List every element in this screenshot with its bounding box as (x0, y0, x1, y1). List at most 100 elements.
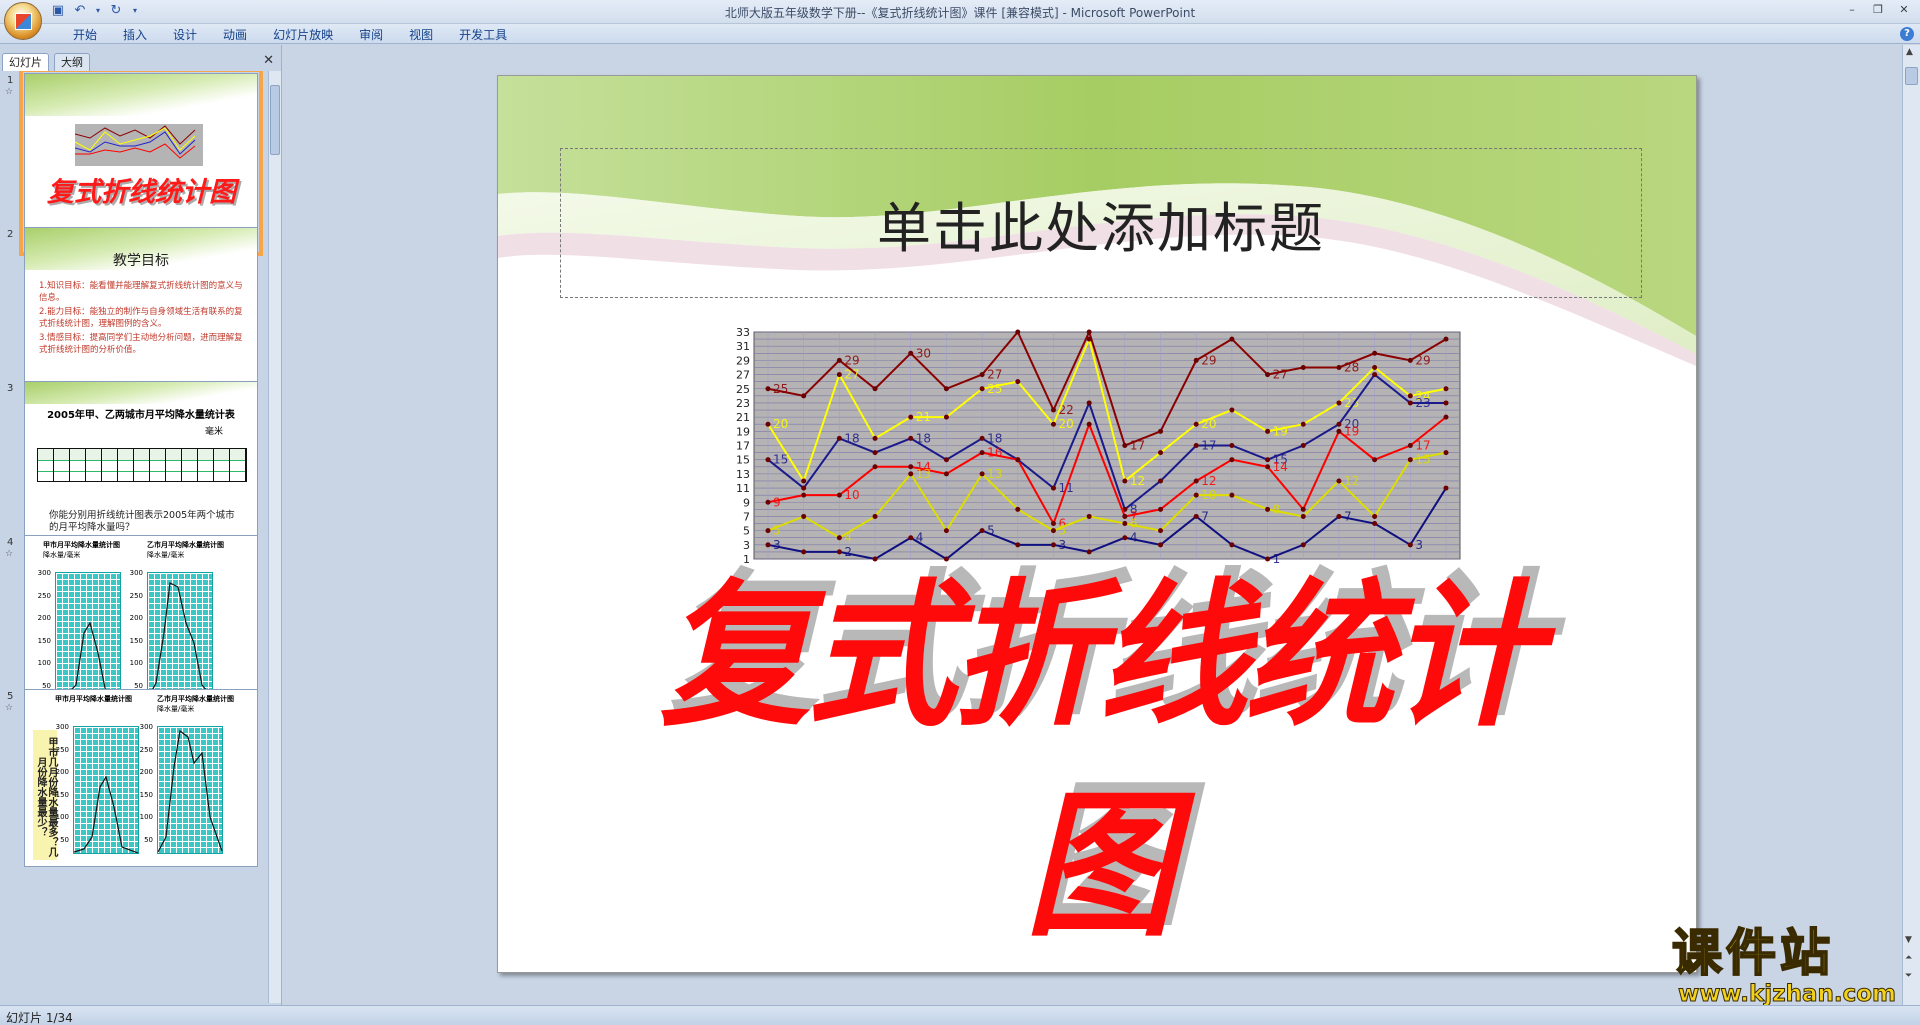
chart-point (1158, 428, 1164, 434)
tab-slideshow[interactable]: 幻灯片放映 (260, 27, 346, 43)
chart-point (1336, 400, 1342, 406)
current-slide[interactable]: 单击此处添加标题 33 31 29 27 25 23 21 19 17 15 13 11 9 7 5 3 1 25… (497, 75, 1697, 973)
animation-star-icon: ☆ (5, 703, 14, 713)
slide-thumbnail-1[interactable]: 复式折线统计图 (19, 71, 263, 256)
chart-point (979, 528, 985, 534)
chart-data-label: 4 (916, 531, 924, 545)
tab-design[interactable]: 设计 (160, 27, 210, 43)
chart-point (801, 513, 807, 519)
thumb-unit: 降水量/毫米 (157, 705, 195, 713)
thumb-chart-title: 甲市月平均降水量统计图 (55, 695, 132, 703)
slides-panel: 幻灯片 大纲 ✕ 1 ☆ 复式折线统计图 2 教学目标 1.知识目标：能看懂并能… (0, 45, 282, 1005)
scroll-thumb[interactable] (1905, 67, 1918, 85)
chart-point (908, 350, 914, 356)
chart-point (765, 457, 771, 463)
chart-data-label: 17 (1130, 439, 1145, 453)
chart-point (1372, 513, 1378, 519)
chart-point (836, 492, 842, 498)
chart-point (1336, 513, 1342, 519)
chart-point (1015, 506, 1021, 512)
slide-thumbnail-2[interactable]: 教学目标 1.知识目标：能看懂并能理解复式折线统计图的意义与信息。 2.能力目标… (24, 227, 258, 405)
chart-point (1336, 364, 1342, 370)
chart-data-label: 10 (1201, 488, 1216, 502)
next-slide-icon[interactable]: ⏷ (1905, 971, 1912, 981)
office-button[interactable] (4, 2, 42, 40)
chart-point (1300, 421, 1306, 427)
tab-developer[interactable]: 开发工具 (446, 27, 520, 43)
chart-point (1193, 492, 1199, 498)
chart-point (1265, 372, 1271, 378)
minimize-icon[interactable]: – (1840, 2, 1864, 18)
tab-insert[interactable]: 插入 (110, 27, 160, 43)
chart-data-label: 19 (1344, 424, 1359, 438)
thumb-line (157, 729, 223, 853)
chart-point (1336, 478, 1342, 484)
watermark-logo: 课件站 www.kjzhan.com (1664, 923, 1900, 1008)
window-title: 北师大版五年级数学下册--《复式折线统计图》课件 [兼容模式] - Micros… (724, 6, 1196, 20)
chart-data-label: 25 (773, 382, 788, 396)
previous-slide-icon[interactable]: ⏶ (1905, 953, 1912, 963)
thumb-y-axis: 300 250 200 150 100 50 (139, 723, 153, 844)
tab-view[interactable]: 视图 (396, 27, 446, 43)
thumb-text-line: 2.能力目标：能独立的制作与自身领域生活有联系的复式折线统计图，理解图例的含义。 (39, 307, 243, 329)
chart-point (1229, 542, 1235, 548)
thumb-grid (157, 726, 223, 854)
chart-point (1086, 336, 1092, 342)
chart-point (836, 535, 842, 541)
chart-data-label: 27 (987, 368, 1002, 382)
slide-thumbnail-5[interactable]: 甲市月平均降水量统计图 乙市月平均降水量统计图 降水量/毫米 甲市几月份降水量最… (24, 689, 258, 867)
help-icon[interactable]: ? (1900, 27, 1914, 41)
line-chart[interactable]: 3331292725232119171513119753125293027221… (718, 326, 1468, 571)
tab-home[interactable]: 开始 (60, 27, 110, 43)
chart-point (1300, 506, 1306, 512)
chart-point (1050, 542, 1056, 548)
tab-animations[interactable]: 动画 (210, 27, 260, 43)
title-placeholder[interactable]: 单击此处添加标题 (560, 148, 1642, 298)
chart-y-tick: 31 (736, 340, 750, 353)
chart-point (1229, 336, 1235, 342)
close-icon[interactable]: ✕ (1892, 2, 1916, 18)
chart-y-tick: 15 (736, 454, 750, 467)
slide-thumbnail-4[interactable]: 甲市月平均降水量统计图 乙市月平均降水量统计图 降水量/毫米 降水量/毫米 30… (24, 535, 258, 713)
chart-point (872, 513, 878, 519)
chart-point (801, 478, 807, 484)
tab-review[interactable]: 审阅 (346, 27, 396, 43)
thumbnail-scrollbar[interactable] (268, 71, 281, 1003)
tab-outline[interactable]: 大纲 (54, 53, 90, 71)
chart-data-label: 5 (987, 524, 995, 538)
thumb-chart-title: 乙市月平均降水量统计图 (147, 541, 224, 549)
chart-point (1229, 443, 1235, 448)
thumb-text-line: 1.知识目标：能看懂并能理解复式折线统计图的意义与信息。 (39, 281, 243, 303)
office-logo-icon (15, 13, 32, 30)
chart-data-label: 5 (1058, 524, 1066, 538)
chart-point (1086, 329, 1092, 335)
chart-data-label: 3 (773, 538, 781, 552)
chart-point (1407, 443, 1413, 448)
chart-point (1372, 372, 1378, 378)
close-panel-icon[interactable]: ✕ (263, 53, 274, 68)
chart-point (1086, 513, 1092, 519)
scroll-up-icon[interactable]: ▲ (1906, 47, 1913, 57)
chart-data-label: 14 (1273, 460, 1288, 474)
chart-data-label: 29 (844, 353, 859, 367)
chart-y-tick: 23 (736, 397, 750, 410)
restore-icon[interactable]: ❐ (1866, 2, 1890, 18)
title-bar: ▣ ↶ ▾ ↻ ▾ 北师大版五年级数学下册--《复式折线统计图》课件 [兼容模式… (0, 0, 1920, 40)
chart-data-label: 17 (1415, 439, 1430, 453)
chart-point (1050, 521, 1056, 527)
chart-y-tick: 33 (736, 326, 750, 339)
chart-point (908, 464, 914, 470)
slide-thumbnail-3[interactable]: 2005年甲、乙两城市月平均降水量统计表 毫米 你能分别用折线统计图表示2005… (24, 381, 258, 559)
chart-data-label: 7 (1344, 509, 1352, 523)
chart-point (1407, 400, 1413, 406)
chart-data-label: 9 (773, 495, 781, 509)
slide-scrollbar[interactable]: ▲ ▼ ⏶ ⏷ (1902, 45, 1920, 1005)
scroll-down-icon[interactable]: ▼ (1905, 935, 1912, 945)
tab-slides[interactable]: 幻灯片 (2, 53, 49, 71)
chart-data-label: 4 (1130, 531, 1138, 545)
chart-data-label: 5 (773, 524, 781, 538)
chart-data-label: 25 (987, 382, 1002, 396)
chart-data-label: 18 (916, 431, 931, 445)
scroll-thumb[interactable] (270, 85, 280, 155)
chart-point (872, 450, 878, 456)
